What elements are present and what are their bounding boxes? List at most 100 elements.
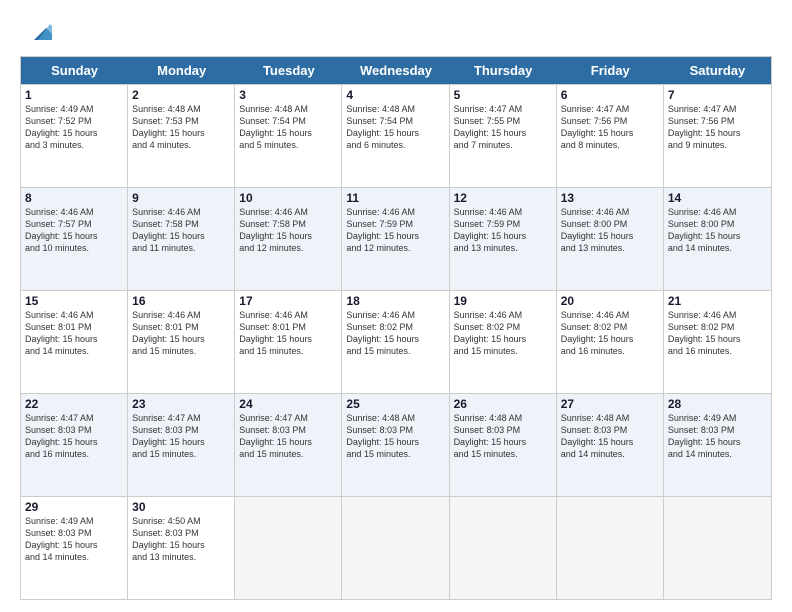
header-day-sunday: Sunday [21,57,128,84]
cell-detail: Sunrise: 4:47 AMSunset: 7:56 PMDaylight:… [668,103,767,152]
calendar-cell: 23Sunrise: 4:47 AMSunset: 8:03 PMDayligh… [128,394,235,496]
day-number: 21 [668,294,767,308]
calendar-cell: 29Sunrise: 4:49 AMSunset: 8:03 PMDayligh… [21,497,128,599]
calendar-cell [342,497,449,599]
header-day-thursday: Thursday [450,57,557,84]
calendar-cell [450,497,557,599]
logo [20,18,52,46]
calendar-cell: 4Sunrise: 4:48 AMSunset: 7:54 PMDaylight… [342,85,449,187]
calendar-row-2: 15Sunrise: 4:46 AMSunset: 8:01 PMDayligh… [21,290,771,393]
day-number: 17 [239,294,337,308]
header-day-tuesday: Tuesday [235,57,342,84]
calendar-cell: 14Sunrise: 4:46 AMSunset: 8:00 PMDayligh… [664,188,771,290]
calendar-cell: 20Sunrise: 4:46 AMSunset: 8:02 PMDayligh… [557,291,664,393]
cell-detail: Sunrise: 4:46 AMSunset: 8:01 PMDaylight:… [239,309,337,358]
page: SundayMondayTuesdayWednesdayThursdayFrid… [0,0,792,612]
cell-detail: Sunrise: 4:48 AMSunset: 7:54 PMDaylight:… [346,103,444,152]
day-number: 12 [454,191,552,205]
calendar-cell: 6Sunrise: 4:47 AMSunset: 7:56 PMDaylight… [557,85,664,187]
cell-detail: Sunrise: 4:50 AMSunset: 8:03 PMDaylight:… [132,515,230,564]
cell-detail: Sunrise: 4:47 AMSunset: 8:03 PMDaylight:… [132,412,230,461]
day-number: 20 [561,294,659,308]
calendar-cell: 12Sunrise: 4:46 AMSunset: 7:59 PMDayligh… [450,188,557,290]
day-number: 23 [132,397,230,411]
calendar-cell [557,497,664,599]
calendar-cell: 1Sunrise: 4:49 AMSunset: 7:52 PMDaylight… [21,85,128,187]
day-number: 7 [668,88,767,102]
day-number: 4 [346,88,444,102]
cell-detail: Sunrise: 4:47 AMSunset: 7:55 PMDaylight:… [454,103,552,152]
cell-detail: Sunrise: 4:48 AMSunset: 7:53 PMDaylight:… [132,103,230,152]
calendar-header: SundayMondayTuesdayWednesdayThursdayFrid… [21,57,771,84]
day-number: 13 [561,191,659,205]
calendar-row-3: 22Sunrise: 4:47 AMSunset: 8:03 PMDayligh… [21,393,771,496]
calendar-cell: 18Sunrise: 4:46 AMSunset: 8:02 PMDayligh… [342,291,449,393]
cell-detail: Sunrise: 4:46 AMSunset: 7:58 PMDaylight:… [132,206,230,255]
cell-detail: Sunrise: 4:46 AMSunset: 7:58 PMDaylight:… [239,206,337,255]
calendar-cell: 5Sunrise: 4:47 AMSunset: 7:55 PMDaylight… [450,85,557,187]
header-day-monday: Monday [128,57,235,84]
calendar-cell: 9Sunrise: 4:46 AMSunset: 7:58 PMDaylight… [128,188,235,290]
cell-detail: Sunrise: 4:47 AMSunset: 7:56 PMDaylight:… [561,103,659,152]
cell-detail: Sunrise: 4:46 AMSunset: 8:00 PMDaylight:… [561,206,659,255]
calendar-cell: 10Sunrise: 4:46 AMSunset: 7:58 PMDayligh… [235,188,342,290]
cell-detail: Sunrise: 4:46 AMSunset: 8:02 PMDaylight:… [454,309,552,358]
calendar-cell: 30Sunrise: 4:50 AMSunset: 8:03 PMDayligh… [128,497,235,599]
calendar-cell: 3Sunrise: 4:48 AMSunset: 7:54 PMDaylight… [235,85,342,187]
calendar: SundayMondayTuesdayWednesdayThursdayFrid… [20,56,772,600]
cell-detail: Sunrise: 4:46 AMSunset: 7:59 PMDaylight:… [454,206,552,255]
cell-detail: Sunrise: 4:46 AMSunset: 8:02 PMDaylight:… [346,309,444,358]
cell-detail: Sunrise: 4:46 AMSunset: 7:57 PMDaylight:… [25,206,123,255]
calendar-cell: 26Sunrise: 4:48 AMSunset: 8:03 PMDayligh… [450,394,557,496]
day-number: 27 [561,397,659,411]
calendar-row-1: 8Sunrise: 4:46 AMSunset: 7:57 PMDaylight… [21,187,771,290]
day-number: 16 [132,294,230,308]
day-number: 24 [239,397,337,411]
cell-detail: Sunrise: 4:48 AMSunset: 8:03 PMDaylight:… [346,412,444,461]
cell-detail: Sunrise: 4:47 AMSunset: 8:03 PMDaylight:… [239,412,337,461]
calendar-cell: 13Sunrise: 4:46 AMSunset: 8:00 PMDayligh… [557,188,664,290]
calendar-cell: 24Sunrise: 4:47 AMSunset: 8:03 PMDayligh… [235,394,342,496]
day-number: 10 [239,191,337,205]
day-number: 19 [454,294,552,308]
calendar-cell: 19Sunrise: 4:46 AMSunset: 8:02 PMDayligh… [450,291,557,393]
day-number: 25 [346,397,444,411]
calendar-cell: 28Sunrise: 4:49 AMSunset: 8:03 PMDayligh… [664,394,771,496]
calendar-cell [664,497,771,599]
calendar-cell: 17Sunrise: 4:46 AMSunset: 8:01 PMDayligh… [235,291,342,393]
day-number: 29 [25,500,123,514]
day-number: 18 [346,294,444,308]
calendar-cell: 15Sunrise: 4:46 AMSunset: 8:01 PMDayligh… [21,291,128,393]
calendar-cell: 25Sunrise: 4:48 AMSunset: 8:03 PMDayligh… [342,394,449,496]
cell-detail: Sunrise: 4:46 AMSunset: 7:59 PMDaylight:… [346,206,444,255]
cell-detail: Sunrise: 4:46 AMSunset: 8:01 PMDaylight:… [25,309,123,358]
calendar-row-4: 29Sunrise: 4:49 AMSunset: 8:03 PMDayligh… [21,496,771,599]
day-number: 14 [668,191,767,205]
calendar-cell: 11Sunrise: 4:46 AMSunset: 7:59 PMDayligh… [342,188,449,290]
cell-detail: Sunrise: 4:49 AMSunset: 7:52 PMDaylight:… [25,103,123,152]
calendar-cell: 21Sunrise: 4:46 AMSunset: 8:02 PMDayligh… [664,291,771,393]
cell-detail: Sunrise: 4:47 AMSunset: 8:03 PMDaylight:… [25,412,123,461]
header-day-wednesday: Wednesday [342,57,449,84]
day-number: 15 [25,294,123,308]
day-number: 1 [25,88,123,102]
day-number: 30 [132,500,230,514]
header-day-friday: Friday [557,57,664,84]
cell-detail: Sunrise: 4:46 AMSunset: 8:00 PMDaylight:… [668,206,767,255]
cell-detail: Sunrise: 4:49 AMSunset: 8:03 PMDaylight:… [25,515,123,564]
calendar-cell: 16Sunrise: 4:46 AMSunset: 8:01 PMDayligh… [128,291,235,393]
calendar-cell: 8Sunrise: 4:46 AMSunset: 7:57 PMDaylight… [21,188,128,290]
day-number: 28 [668,397,767,411]
day-number: 3 [239,88,337,102]
header [20,18,772,46]
cell-detail: Sunrise: 4:46 AMSunset: 8:02 PMDaylight:… [668,309,767,358]
day-number: 9 [132,191,230,205]
calendar-cell: 27Sunrise: 4:48 AMSunset: 8:03 PMDayligh… [557,394,664,496]
cell-detail: Sunrise: 4:49 AMSunset: 8:03 PMDaylight:… [668,412,767,461]
logo-icon [24,18,52,46]
calendar-cell: 2Sunrise: 4:48 AMSunset: 7:53 PMDaylight… [128,85,235,187]
calendar-body: 1Sunrise: 4:49 AMSunset: 7:52 PMDaylight… [21,84,771,599]
day-number: 22 [25,397,123,411]
calendar-cell: 22Sunrise: 4:47 AMSunset: 8:03 PMDayligh… [21,394,128,496]
day-number: 26 [454,397,552,411]
